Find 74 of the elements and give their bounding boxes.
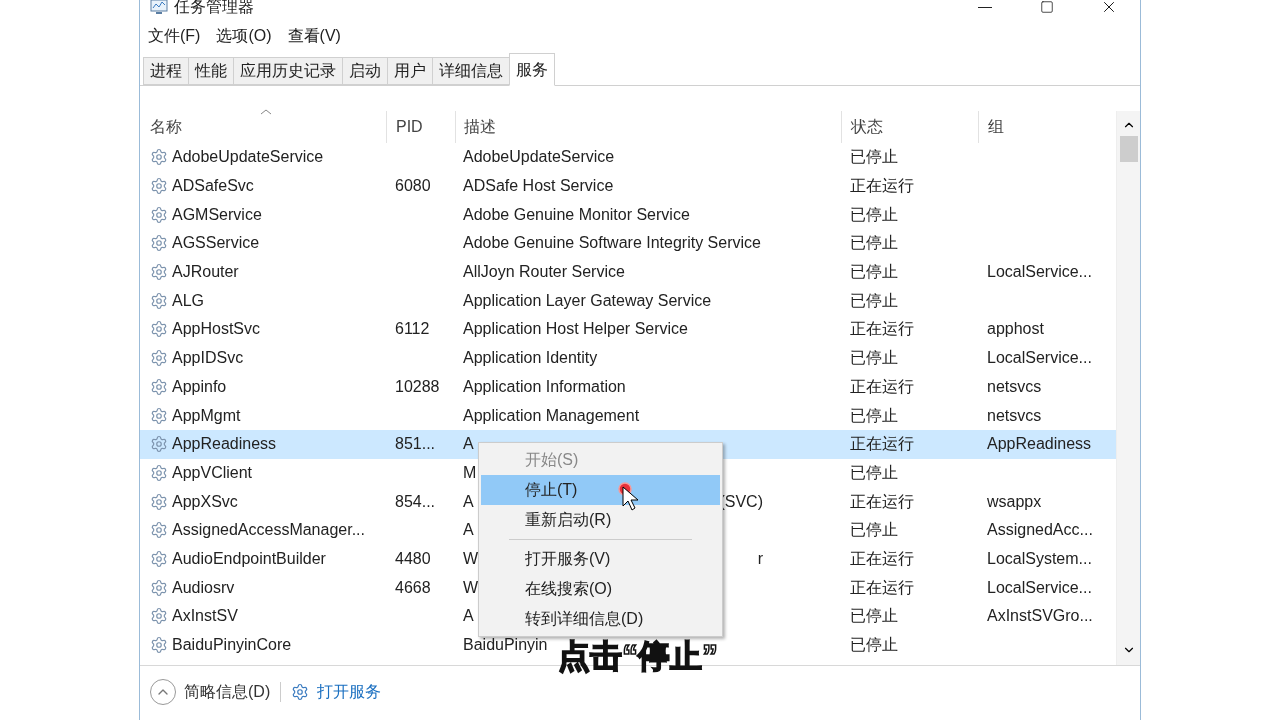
group-cell: LocalSystem... — [987, 549, 1092, 567]
pid-cell: 6112 — [395, 320, 430, 338]
pid-cell: 851... — [395, 435, 436, 453]
service-name: AGSService — [172, 233, 260, 254]
status-cell: 已停止 — [850, 636, 898, 654]
description-cell-text: Application Layer Gateway Service — [463, 290, 712, 311]
description-cell-text: A — [463, 606, 474, 627]
group-cell: wsappx — [987, 492, 1042, 510]
description-cell-text: A — [463, 491, 474, 512]
service-name: AJRouter — [172, 262, 239, 283]
description-cell-text: W — [463, 548, 479, 569]
status-cell: 正在运行 — [850, 177, 914, 195]
service-name: AppVClient — [172, 462, 253, 483]
status-cell: 正在运行 — [850, 320, 914, 338]
status-cell: 已停止 — [850, 406, 898, 424]
service-name: Audiosrv — [172, 577, 235, 598]
service-name: BaiduPinyinCore — [172, 635, 292, 656]
group-cell: LocalService... — [987, 578, 1092, 596]
service-name: AxInstSV — [172, 606, 238, 627]
service-name: AssignedAccessManager... — [172, 520, 365, 541]
description-cell-text: Application Information — [463, 376, 626, 397]
status-cell: 已停止 — [850, 349, 898, 367]
service-name: AppHostSvc — [172, 319, 261, 340]
pid-cell: 4480 — [395, 549, 431, 567]
service-name: AppMgmt — [172, 405, 241, 426]
status-cell: 已停止 — [850, 234, 898, 252]
status-cell: 已停止 — [850, 291, 898, 309]
description-cell-text: Adobe Genuine Monitor Service — [463, 204, 690, 225]
description-cell-text: W — [463, 577, 479, 598]
service-name: ADSafeSvc — [172, 176, 254, 197]
service-name: AppReadiness — [172, 434, 277, 455]
group-cell: AxInstSVGro... — [987, 607, 1093, 625]
status-cell: 正在运行 — [850, 377, 914, 395]
description-cell-text: ADSafe Host Service — [463, 176, 614, 197]
status-cell: 正在运行 — [850, 492, 914, 510]
group-cell: LocalService... — [987, 263, 1092, 281]
pid-cell: 4668 — [395, 578, 431, 596]
description-cell-text: BaiduPinyin — [463, 635, 548, 656]
pid-cell: 6080 — [395, 177, 431, 195]
status-cell: 已停止 — [850, 205, 898, 223]
pid-cell: 854... — [395, 492, 436, 510]
service-name: ALG — [172, 290, 204, 311]
status-cell: 已停止 — [850, 607, 898, 625]
service-name: AppIDSvc — [172, 348, 244, 369]
service-name: AdobeUpdateService — [172, 147, 324, 168]
service-name: AudioEndpointBuilder — [172, 548, 326, 569]
description-cell-text: AllJoyn Router Service — [463, 262, 625, 283]
group-cell: LocalService... — [987, 349, 1092, 367]
description-cell-text: M — [463, 462, 477, 483]
description-cell-text: r — [757, 548, 763, 569]
status-cell: 正在运行 — [850, 435, 914, 453]
description-cell-text: AdobeUpdateService — [463, 147, 615, 168]
description-cell-text: Application Host Helper Service — [463, 319, 688, 340]
description-cell-text: Adobe Genuine Software Integrity Service — [463, 233, 761, 254]
status-cell: 已停止 — [850, 263, 898, 281]
group-cell: netsvcs — [987, 406, 1042, 424]
status-cell: 正在运行 — [850, 578, 914, 596]
status-cell: 已停止 — [850, 463, 898, 481]
group-cell: AssignedAcc... — [987, 521, 1093, 539]
status-cell: 正在运行 — [850, 549, 914, 567]
group-cell: apphost — [987, 320, 1044, 338]
service-name: Appinfo — [172, 376, 227, 397]
group-cell: netsvcs — [987, 377, 1042, 395]
description-cell-text: A — [463, 434, 474, 455]
group-cell: AppReadiness — [987, 435, 1092, 453]
service-name: AppXSvc — [172, 491, 238, 512]
description-cell-text: A — [463, 520, 474, 541]
status-cell: 已停止 — [850, 521, 898, 539]
description-cell-text: Application Identity — [463, 348, 598, 369]
description-cell-text: Application Management — [463, 405, 640, 426]
service-name: AGMService — [172, 204, 262, 225]
video-caption: 点击“停止” — [558, 637, 718, 676]
pid-cell: 10288 — [395, 377, 440, 395]
status-cell: 已停止 — [850, 148, 898, 166]
